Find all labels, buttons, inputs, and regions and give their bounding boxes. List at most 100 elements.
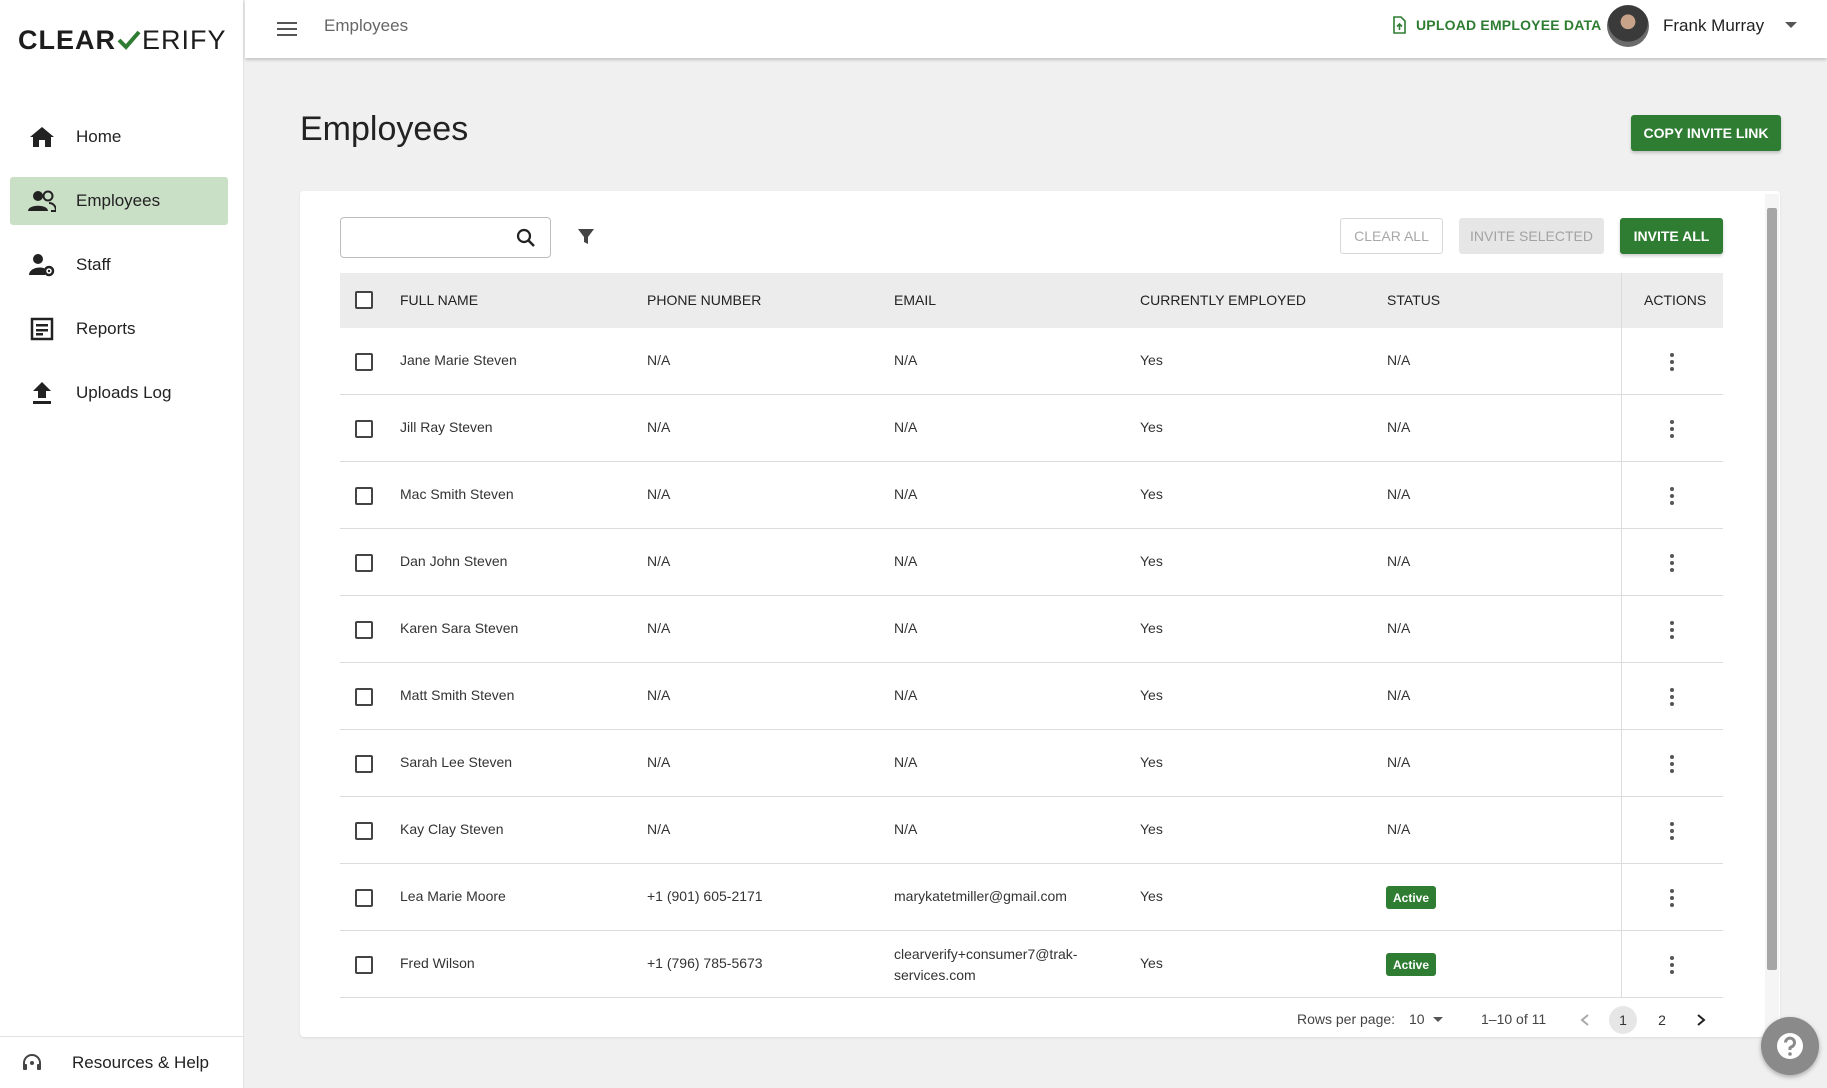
scrollbar-thumb[interactable] bbox=[1767, 208, 1777, 970]
invite-all-button[interactable]: INVITE ALL bbox=[1620, 218, 1723, 254]
cell-status: N/A bbox=[1387, 553, 1411, 569]
cell-email: clearverify+consumer7@trak-services.com bbox=[894, 944, 1077, 986]
more-vert-icon[interactable] bbox=[1670, 822, 1674, 840]
pagination: Rows per page: 10 1–10 of 11 1 2 bbox=[340, 1004, 1723, 1034]
copy-invite-link-button[interactable]: COPY INVITE LINK bbox=[1631, 115, 1781, 151]
logo-text-left: CLEAR bbox=[18, 24, 116, 55]
more-vert-icon[interactable] bbox=[1670, 420, 1674, 438]
more-vert-icon[interactable] bbox=[1670, 688, 1674, 706]
table-row[interactable]: Dan John Steven N/A N/A Yes N/A bbox=[340, 529, 1723, 596]
clear-all-button[interactable]: CLEAR ALL bbox=[1340, 218, 1443, 254]
more-vert-icon[interactable] bbox=[1670, 554, 1674, 572]
more-vert-icon[interactable] bbox=[1670, 487, 1674, 505]
row-checkbox[interactable] bbox=[355, 889, 373, 907]
more-vert-icon[interactable] bbox=[1670, 889, 1674, 907]
invite-selected-button[interactable]: INVITE SELECTED bbox=[1459, 218, 1604, 254]
sidebar-item-home[interactable]: Home bbox=[10, 113, 228, 161]
table-row[interactable]: Jane Marie Steven N/A N/A Yes N/A bbox=[340, 328, 1723, 395]
header-phone-number[interactable]: PHONE NUMBER bbox=[647, 292, 761, 308]
header-actions: ACTIONS bbox=[1644, 292, 1707, 308]
row-checkbox[interactable] bbox=[355, 487, 373, 505]
table-row[interactable]: Kay Clay Steven N/A N/A Yes N/A bbox=[340, 797, 1723, 864]
cell-phone-number: N/A bbox=[647, 687, 671, 703]
page-2-button[interactable]: 2 bbox=[1648, 1006, 1676, 1034]
table-row[interactable]: Lea Marie Moore +1 (901) 605-2171 marykate… bbox=[340, 864, 1723, 931]
people-icon bbox=[28, 187, 56, 215]
sidebar-item-staff[interactable]: Staff bbox=[10, 241, 228, 289]
cell-phone-number: N/A bbox=[647, 553, 671, 569]
more-vert-icon[interactable] bbox=[1670, 621, 1674, 639]
cell-phone-number: N/A bbox=[647, 821, 671, 837]
more-vert-icon[interactable] bbox=[1670, 353, 1674, 371]
cell-email: marykatetmiller@gmail.com bbox=[894, 888, 1067, 904]
caret-down-icon[interactable] bbox=[1785, 22, 1797, 28]
rows-per-page-select[interactable]: 10 bbox=[1409, 1011, 1425, 1027]
page-1-button[interactable]: 1 bbox=[1609, 1006, 1637, 1034]
row-checkbox[interactable] bbox=[355, 755, 373, 773]
select-all-checkbox[interactable] bbox=[355, 291, 373, 309]
clearverify-logo[interactable]: CLEAR ERIFY bbox=[18, 24, 227, 56]
header-full-name[interactable]: FULL NAME bbox=[400, 292, 478, 308]
upload-employee-data-label: UPLOAD EMPLOYEE DATA bbox=[1416, 17, 1602, 33]
next-page-button[interactable] bbox=[1687, 1006, 1715, 1034]
cell-phone-number: N/A bbox=[647, 419, 671, 435]
cell-currently-employed: Yes bbox=[1140, 620, 1163, 636]
cell-phone-number: N/A bbox=[647, 754, 671, 770]
table-header: FULL NAME PHONE NUMBER EMAIL CURRENTLY E… bbox=[340, 273, 1723, 328]
sidebar-item-label: Staff bbox=[76, 255, 111, 274]
search-field[interactable] bbox=[340, 217, 551, 258]
search-icon[interactable] bbox=[516, 228, 536, 248]
cell-actions bbox=[1621, 663, 1723, 729]
cell-email: N/A bbox=[894, 553, 918, 569]
prev-page-button[interactable] bbox=[1571, 1006, 1599, 1034]
row-checkbox[interactable] bbox=[355, 822, 373, 840]
row-checkbox[interactable] bbox=[355, 353, 373, 371]
more-vert-icon[interactable] bbox=[1670, 956, 1674, 974]
cell-email: N/A bbox=[894, 620, 918, 636]
cell-email: N/A bbox=[894, 754, 918, 770]
sidebar-item-employees[interactable]: Employees bbox=[10, 177, 228, 225]
sidebar-footer-label: Resources & Help bbox=[72, 1052, 210, 1072]
header-actions-cell: ACTIONS bbox=[1621, 273, 1723, 328]
sidebar-item-reports[interactable]: Reports bbox=[10, 305, 228, 353]
report-icon bbox=[28, 315, 56, 343]
filter-icon[interactable] bbox=[576, 226, 596, 246]
table-row[interactable]: Sarah Lee Steven N/A N/A Yes N/A bbox=[340, 730, 1723, 797]
cell-currently-employed: Yes bbox=[1140, 486, 1163, 502]
cell-currently-employed: Yes bbox=[1140, 553, 1163, 569]
sidebar-item-resources-help[interactable]: Resources & Help bbox=[0, 1036, 244, 1088]
row-checkbox[interactable] bbox=[355, 554, 373, 572]
table-row[interactable]: Jill Ray Steven N/A N/A Yes N/A bbox=[340, 395, 1723, 462]
sidebar-item-uploads-log[interactable]: Uploads Log bbox=[10, 369, 228, 417]
row-checkbox[interactable] bbox=[355, 688, 373, 706]
cell-phone-number: +1 (901) 605-2171 bbox=[647, 888, 763, 904]
cell-full-name: Jane Marie Steven bbox=[400, 352, 517, 368]
table-row[interactable]: Mac Smith Steven N/A N/A Yes N/A bbox=[340, 462, 1723, 529]
caret-down-icon[interactable] bbox=[1433, 1017, 1443, 1022]
cell-status: N/A bbox=[1387, 486, 1411, 502]
header-status[interactable]: STATUS bbox=[1387, 292, 1440, 308]
cell-actions bbox=[1621, 864, 1723, 930]
cell-full-name: Matt Smith Steven bbox=[400, 687, 515, 703]
user-name[interactable]: Frank Murray bbox=[1663, 16, 1764, 36]
row-checkbox[interactable] bbox=[355, 956, 373, 974]
header-email[interactable]: EMAIL bbox=[894, 292, 936, 308]
upload-employee-data-button[interactable]: UPLOAD EMPLOYEE DATA bbox=[1390, 13, 1602, 37]
header-currently-employed[interactable]: CURRENTLY EMPLOYED bbox=[1140, 292, 1306, 308]
cell-phone-number: +1 (796) 785-5673 bbox=[647, 955, 763, 971]
cell-actions bbox=[1621, 328, 1723, 394]
help-button[interactable] bbox=[1761, 1017, 1819, 1075]
sidebar-item-label: Reports bbox=[76, 319, 136, 338]
cell-status: N/A bbox=[1387, 754, 1411, 770]
search-input[interactable] bbox=[349, 226, 509, 250]
sidebar-item-label: Uploads Log bbox=[76, 383, 172, 402]
cell-actions bbox=[1621, 596, 1723, 662]
avatar[interactable] bbox=[1607, 5, 1649, 47]
table-row[interactable]: Karen Sara Steven N/A N/A Yes N/A bbox=[340, 596, 1723, 663]
table-row[interactable]: Matt Smith Steven N/A N/A Yes N/A bbox=[340, 663, 1723, 730]
hamburger-menu-icon[interactable] bbox=[275, 17, 299, 41]
more-vert-icon[interactable] bbox=[1670, 755, 1674, 773]
table-row[interactable]: Fred Wilson +1 (796) 785-5673 clearverify+… bbox=[340, 931, 1723, 998]
row-checkbox[interactable] bbox=[355, 621, 373, 639]
row-checkbox[interactable] bbox=[355, 420, 373, 438]
